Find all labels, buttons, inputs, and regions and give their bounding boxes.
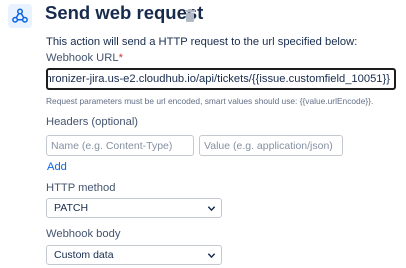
http-method-label: HTTP method	[46, 182, 116, 194]
page-title: Send web request	[45, 2, 204, 23]
chevron-down-icon	[207, 253, 216, 259]
webhook-body-select[interactable]: Custom data	[46, 245, 222, 265]
header-value-input[interactable]	[199, 135, 343, 156]
chevron-down-icon	[207, 206, 216, 212]
webhook-body-label: Webhook body	[46, 228, 121, 240]
webhook-url-input[interactable]: …c-el-synchronizer-jira.us-e2.cloudhub.i…	[46, 68, 396, 90]
required-mark: *	[118, 52, 123, 64]
webhook-url-label: Webhook URL*	[46, 52, 123, 64]
http-method-select[interactable]: PATCH	[46, 198, 222, 218]
send-web-request-panel: Send web request This action will send a…	[0, 0, 406, 268]
headers-label: Headers (optional)	[46, 116, 139, 128]
webhook-url-value: …c-el-synchronizer-jira.us-e2.cloudhub.i…	[46, 73, 390, 85]
webhook-body-value: Custom data	[54, 249, 114, 261]
description-text: This action will send a HTTP request to …	[46, 36, 358, 48]
header-name-input[interactable]	[46, 135, 194, 156]
webhook-icon	[8, 4, 32, 28]
url-encoding-hint: Request parameters must be url encoded, …	[46, 96, 374, 106]
http-method-value: PATCH	[54, 202, 89, 214]
add-header-link[interactable]: Add	[47, 161, 67, 173]
trash-icon[interactable]	[185, 9, 195, 22]
